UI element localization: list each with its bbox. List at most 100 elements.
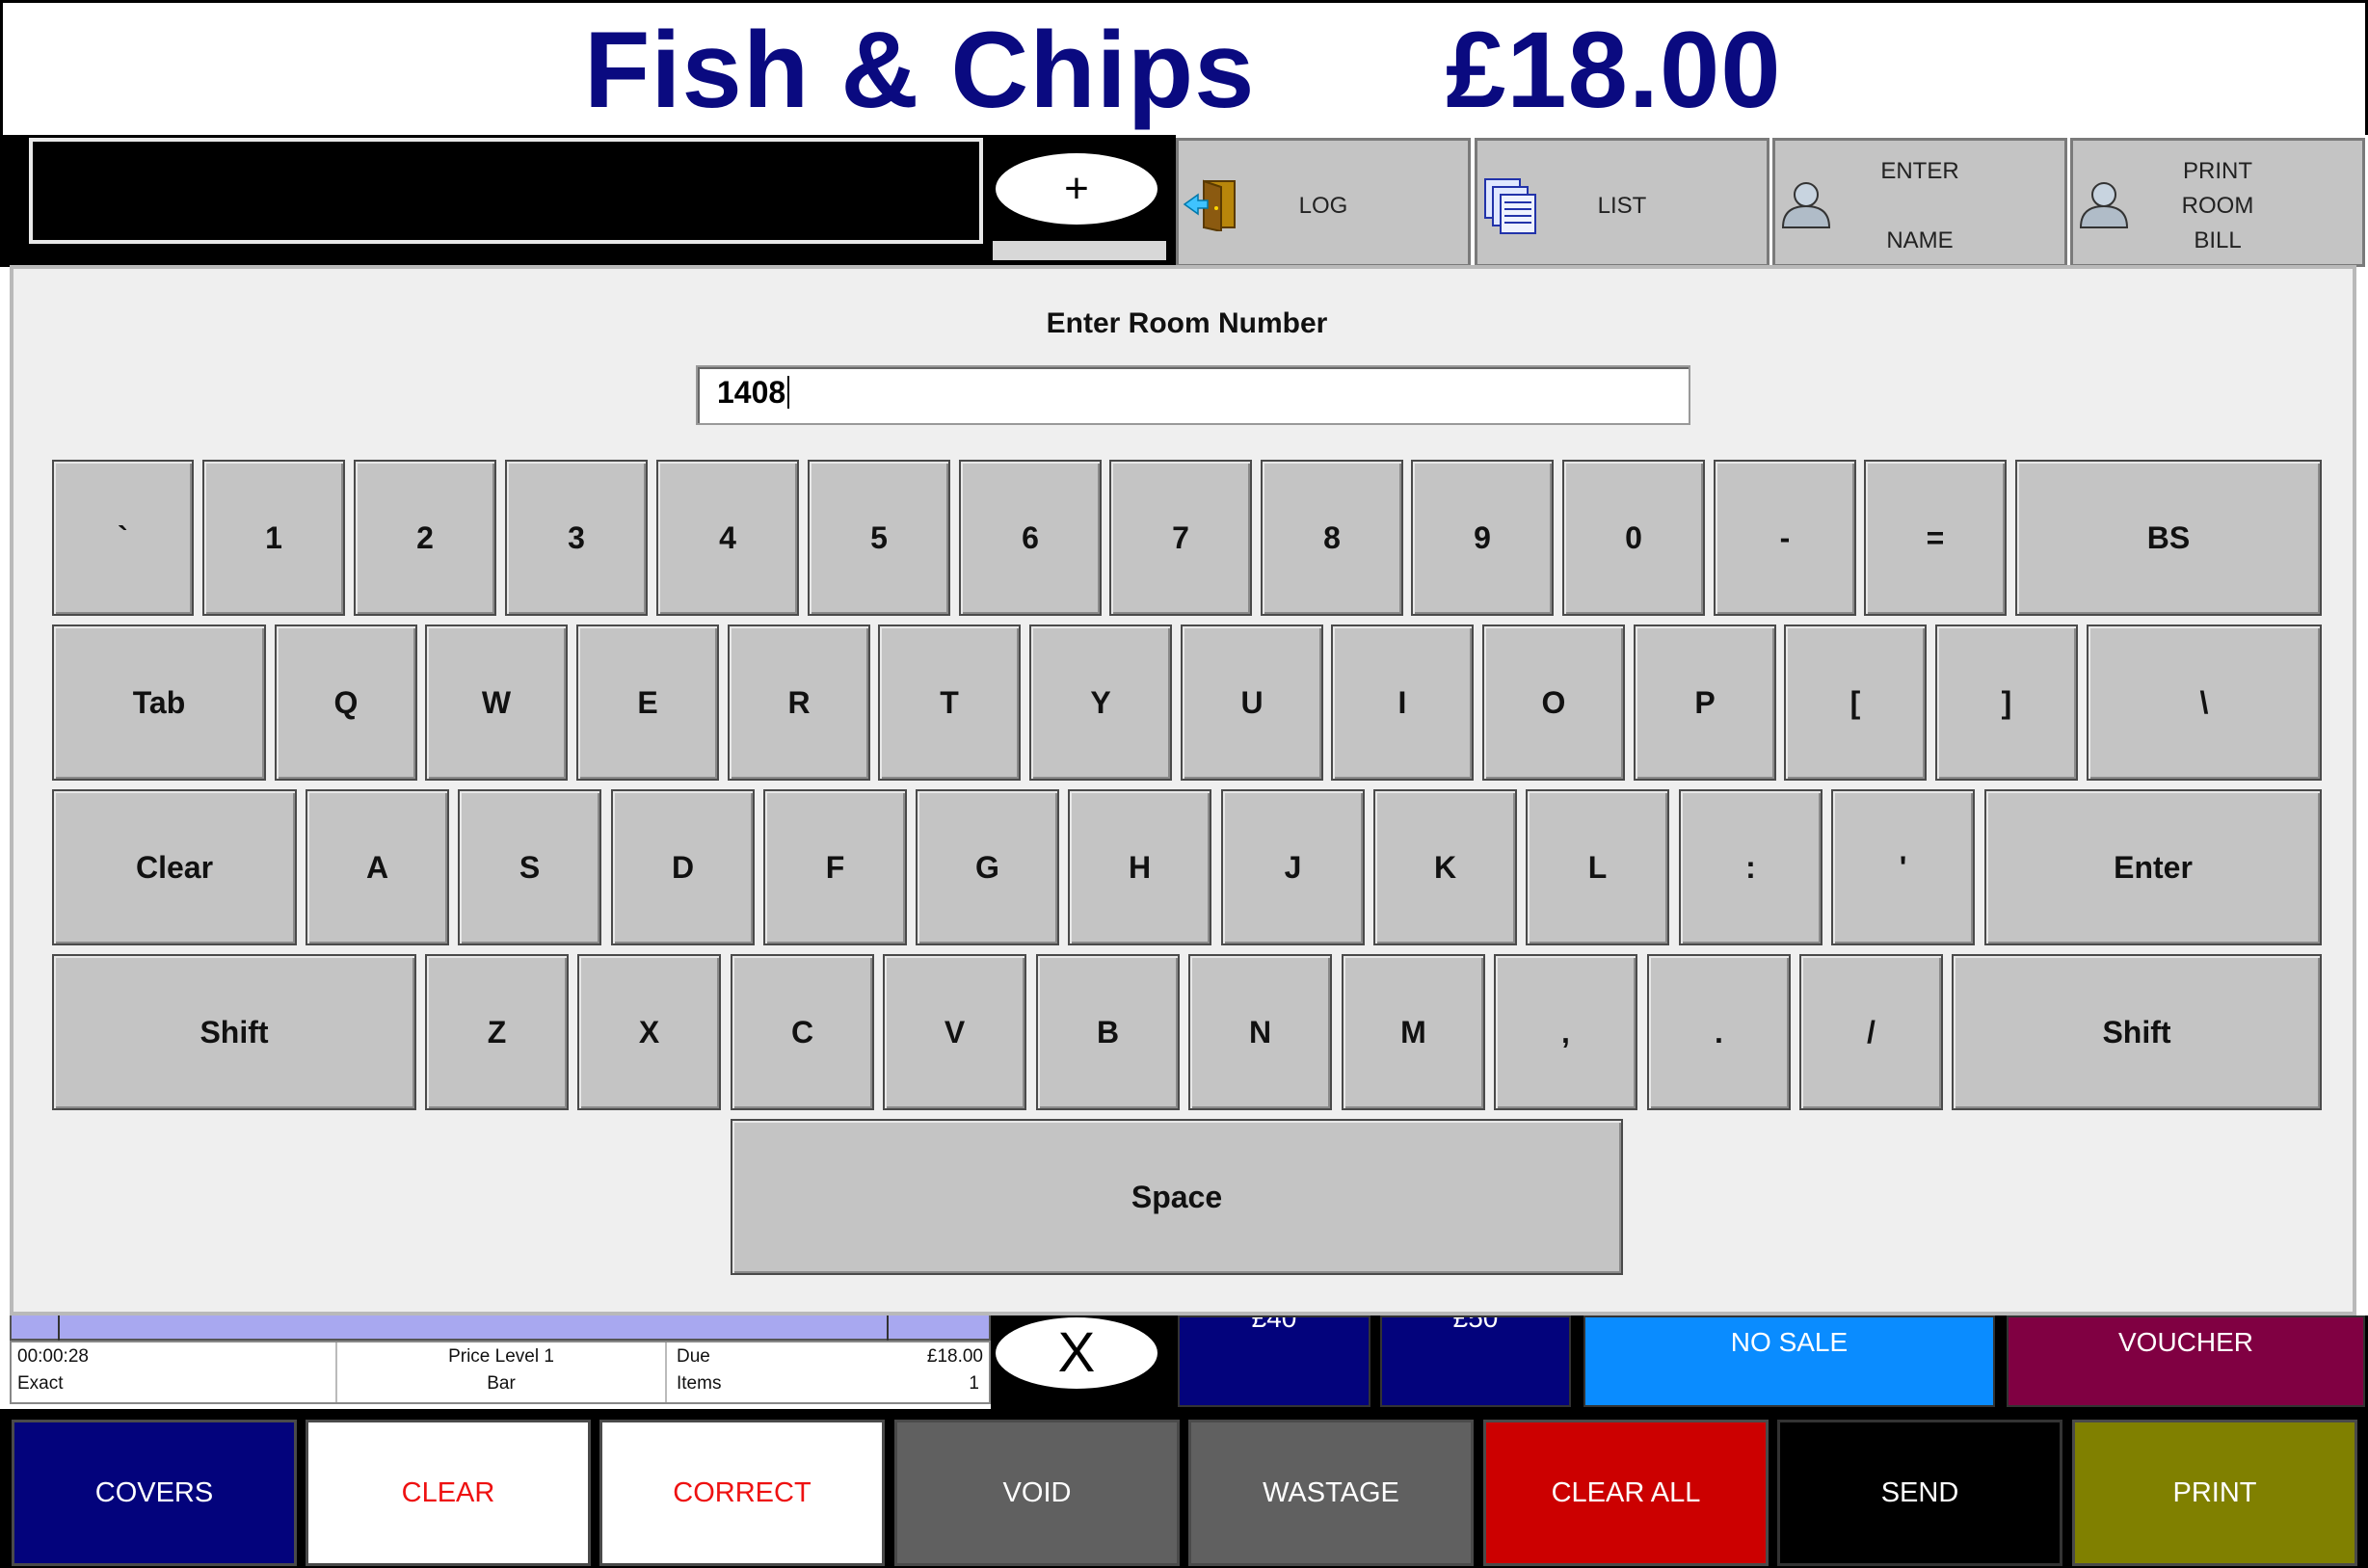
tender-type: Exact [17, 1373, 64, 1394]
print-button[interactable]: PRINT [2072, 1420, 2357, 1566]
order-display [26, 135, 986, 247]
key-n[interactable]: N [1188, 954, 1332, 1110]
key-tab[interactable]: Tab [52, 625, 266, 781]
status-divider [665, 1342, 667, 1402]
key-5[interactable]: 5 [808, 460, 950, 616]
key-backspace[interactable]: BS [2015, 460, 2322, 616]
key-9[interactable]: 9 [1411, 460, 1554, 616]
key-shift-right[interactable]: Shift [1952, 954, 2322, 1110]
key-6[interactable]: 6 [959, 460, 1102, 616]
key-1[interactable]: 1 [202, 460, 345, 616]
key-t[interactable]: T [878, 625, 1021, 781]
item-name: Fish & Chips [584, 10, 1256, 130]
key-q[interactable]: Q [275, 625, 417, 781]
items-label: Items [677, 1373, 722, 1394]
log-button[interactable]: LOG [1176, 138, 1471, 267]
key-o[interactable]: O [1482, 625, 1625, 781]
key-j[interactable]: J [1221, 789, 1365, 945]
enter-name-line2: NAME [1886, 227, 1954, 253]
key-8[interactable]: 8 [1261, 460, 1403, 616]
key-f[interactable]: F [763, 789, 907, 945]
key-k[interactable]: K [1373, 789, 1517, 945]
status-bar [10, 1314, 991, 1341]
dialog-title: Enter Room Number [1046, 307, 1328, 339]
key-u[interactable]: U [1181, 625, 1323, 781]
key-z[interactable]: Z [425, 954, 569, 1110]
due-value: £18.00 [926, 1346, 983, 1367]
key-equals[interactable]: = [1864, 460, 2007, 616]
voucher-label: VOUCHER [2117, 1327, 2253, 1357]
item-price: £18.00 [1446, 10, 1782, 130]
key-d[interactable]: D [611, 789, 755, 945]
key-3[interactable]: 3 [505, 460, 648, 616]
key-period[interactable]: . [1647, 954, 1791, 1110]
key-apostrophe[interactable]: ' [1831, 789, 1975, 945]
key-r[interactable]: R [728, 625, 870, 781]
price-level: Price Level 1 [448, 1346, 554, 1367]
key-shift-left[interactable]: Shift [52, 954, 416, 1110]
covers-button[interactable]: COVERS [12, 1420, 297, 1566]
key-7[interactable]: 7 [1109, 460, 1252, 616]
clear-all-button[interactable]: CLEAR ALL [1483, 1420, 1769, 1566]
key-minus[interactable]: - [1714, 460, 1856, 616]
key-comma[interactable]: , [1494, 954, 1637, 1110]
quick-tender-40-label: £40 [1251, 1316, 1297, 1333]
key-b[interactable]: B [1036, 954, 1180, 1110]
due-label: Due [677, 1346, 710, 1367]
key-clear[interactable]: Clear [52, 789, 297, 945]
clear-button[interactable]: CLEAR [306, 1420, 591, 1566]
tab-strip [993, 241, 1166, 260]
user-icon [1781, 182, 1831, 228]
room-number-input[interactable]: 1408 [696, 365, 1690, 425]
items-value: 1 [969, 1373, 979, 1394]
key-a[interactable]: A [306, 789, 449, 945]
key-backslash[interactable]: \ [2087, 625, 2322, 781]
print-room-bill-button[interactable]: PRINT ROOM BILL [2070, 138, 2365, 267]
quick-tender-50-label: £50 [1452, 1316, 1499, 1333]
list-label: LIST [1597, 193, 1647, 219]
item-header: Fish & Chips £18.00 [0, 0, 2368, 135]
wastage-button[interactable]: WASTAGE [1188, 1420, 1474, 1566]
key-e[interactable]: E [576, 625, 719, 781]
key-4[interactable]: 4 [656, 460, 799, 616]
room-number-dialog: Enter Room Number 1408 ` 1 2 3 4 5 6 7 8… [10, 265, 2356, 1316]
key-space[interactable]: Space [731, 1119, 1623, 1275]
key-colon[interactable]: : [1679, 789, 1823, 945]
enter-name-line1: ENTER [1880, 158, 1959, 184]
key-l[interactable]: L [1526, 789, 1669, 945]
correct-button[interactable]: CORRECT [599, 1420, 885, 1566]
quick-tender-40[interactable]: £40 [1178, 1316, 1370, 1407]
key-slash[interactable]: / [1799, 954, 1943, 1110]
voucher-button[interactable]: VOUCHER [2007, 1316, 2365, 1407]
status-panel: 00:00:28 Exact Price Level 1 Bar Due £18… [10, 1341, 991, 1404]
status-divider [887, 1316, 889, 1341]
key-i[interactable]: I [1331, 625, 1474, 781]
key-s[interactable]: S [458, 789, 601, 945]
key-y[interactable]: Y [1029, 625, 1172, 781]
cancel-button[interactable]: X [996, 1317, 1157, 1389]
no-sale-label: NO SALE [1730, 1327, 1849, 1357]
key-enter[interactable]: Enter [1984, 789, 2322, 945]
key-p[interactable]: P [1634, 625, 1776, 781]
no-sale-button[interactable]: NO SALE [1583, 1316, 1995, 1407]
enter-name-button[interactable]: ENTER NAME [1772, 138, 2067, 267]
quick-tender-50[interactable]: £50 [1380, 1316, 1571, 1407]
key-w[interactable]: W [425, 625, 568, 781]
key-left-bracket[interactable]: [ [1784, 625, 1927, 781]
key-x[interactable]: X [577, 954, 721, 1110]
key-2[interactable]: 2 [354, 460, 496, 616]
key-right-bracket[interactable]: ] [1935, 625, 2078, 781]
key-v[interactable]: V [883, 954, 1026, 1110]
print-room-bill-line2: ROOM [2181, 193, 2254, 219]
key-c[interactable]: C [731, 954, 874, 1110]
add-button[interactable]: + [996, 153, 1157, 225]
key-backtick[interactable]: ` [52, 460, 194, 616]
send-button[interactable]: SEND [1777, 1420, 2062, 1566]
key-0[interactable]: 0 [1562, 460, 1705, 616]
list-button[interactable]: LIST [1475, 138, 1769, 267]
location: Bar [487, 1373, 516, 1394]
key-g[interactable]: G [916, 789, 1059, 945]
key-h[interactable]: H [1068, 789, 1211, 945]
void-button[interactable]: VOID [894, 1420, 1180, 1566]
key-m[interactable]: M [1342, 954, 1485, 1110]
